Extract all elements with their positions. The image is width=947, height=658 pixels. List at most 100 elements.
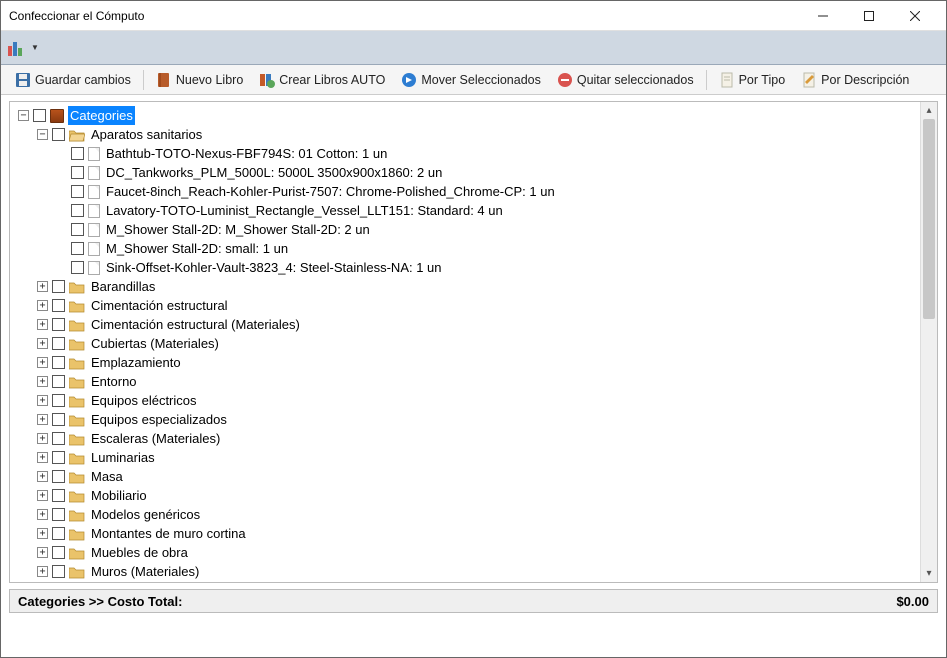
folder-label[interactable]: Emplazamiento — [89, 353, 183, 372]
category-tree[interactable]: − Categories − Aparatos sanitarios Batht… — [10, 102, 937, 582]
tree-item[interactable]: M_Shower Stall-2D: small: 1 un — [18, 239, 937, 258]
checkbox[interactable] — [52, 527, 65, 540]
tree-folder[interactable]: +Muros (Pinturas) — [18, 581, 937, 582]
checkbox[interactable] — [52, 489, 65, 502]
folder-label[interactable]: Montantes de muro cortina — [89, 524, 248, 543]
tree-folder[interactable]: + Cubiertas (Materiales) — [18, 334, 937, 353]
scroll-down-icon[interactable]: ▾ — [921, 565, 937, 582]
checkbox[interactable] — [71, 166, 84, 179]
checkbox[interactable] — [52, 356, 65, 369]
folder-label[interactable]: Barandillas — [89, 277, 157, 296]
expand-icon[interactable]: + — [37, 338, 48, 349]
tree-folder[interactable]: +Escaleras (Materiales) — [18, 429, 937, 448]
folder-label[interactable]: Muros (Materiales) — [89, 562, 201, 581]
tree-folder[interactable]: +Mobiliario — [18, 486, 937, 505]
checkbox[interactable] — [71, 147, 84, 160]
checkbox[interactable] — [71, 204, 84, 217]
checkbox[interactable] — [52, 432, 65, 445]
checkbox[interactable] — [52, 280, 65, 293]
checkbox[interactable] — [52, 451, 65, 464]
tree-folder[interactable]: + Entorno — [18, 372, 937, 391]
chevron-down-icon[interactable]: ▼ — [31, 43, 39, 52]
expand-icon[interactable]: + — [37, 376, 48, 387]
tree-folder[interactable]: + Equipos eléctricos — [18, 391, 937, 410]
tree-item[interactable]: DC_Tankworks_PLM_5000L: 5000L 3500x900x1… — [18, 163, 937, 182]
scroll-up-icon[interactable]: ▴ — [921, 102, 937, 119]
folder-label[interactable]: Luminarias — [89, 448, 157, 467]
collapse-icon[interactable]: − — [18, 110, 29, 121]
scroll-thumb[interactable] — [923, 119, 935, 319]
checkbox[interactable] — [52, 375, 65, 388]
expand-icon[interactable]: + — [37, 395, 48, 406]
folder-label[interactable]: Equipos eléctricos — [89, 391, 199, 410]
folder-label[interactable]: Mobiliario — [89, 486, 149, 505]
expand-icon[interactable]: + — [37, 357, 48, 368]
checkbox[interactable] — [52, 318, 65, 331]
checkbox[interactable] — [52, 413, 65, 426]
checkbox[interactable] — [71, 242, 84, 255]
tree-item[interactable]: Lavatory-TOTO-Luminist_Rectangle_Vessel_… — [18, 201, 937, 220]
folder-label[interactable]: Entorno — [89, 372, 139, 391]
remove-selected-button[interactable]: Quitar seleccionados — [551, 70, 700, 90]
item-label[interactable]: M_Shower Stall-2D: small: 1 un — [104, 239, 290, 258]
checkbox[interactable] — [71, 185, 84, 198]
close-button[interactable] — [892, 1, 938, 31]
tree-root[interactable]: − Categories — [18, 106, 937, 125]
folder-label[interactable]: Cimentación estructural (Materiales) — [89, 315, 302, 334]
item-label[interactable]: M_Shower Stall-2D: M_Shower Stall-2D: 2 … — [104, 220, 372, 239]
root-label[interactable]: Categories — [68, 106, 135, 125]
vertical-scrollbar[interactable]: ▴ ▾ — [920, 102, 937, 582]
expand-icon[interactable]: + — [37, 509, 48, 520]
tree-item[interactable]: Bathtub-TOTO-Nexus-FBF794S: 01 Cotton: 1… — [18, 144, 937, 163]
tree-folder-aparatos[interactable]: − Aparatos sanitarios — [18, 125, 937, 144]
item-label[interactable]: Bathtub-TOTO-Nexus-FBF794S: 01 Cotton: 1… — [104, 144, 389, 163]
expand-icon[interactable]: + — [37, 547, 48, 558]
checkbox[interactable] — [52, 337, 65, 350]
expand-icon[interactable]: + — [37, 300, 48, 311]
folder-label[interactable]: Masa — [89, 467, 125, 486]
tree-folder[interactable]: +Equipos especializados — [18, 410, 937, 429]
item-label[interactable]: Sink-Offset-Kohler-Vault-3823_4: Steel-S… — [104, 258, 444, 277]
tree-folder[interactable]: + Modelos genéricos — [18, 505, 937, 524]
item-label[interactable]: DC_Tankworks_PLM_5000L: 5000L 3500x900x1… — [104, 163, 444, 182]
tree-folder[interactable]: +Luminarias — [18, 448, 937, 467]
expand-icon[interactable]: + — [37, 471, 48, 482]
by-description-button[interactable]: Por Descripción — [795, 70, 915, 90]
checkbox[interactable] — [52, 394, 65, 407]
by-type-button[interactable]: Por Tipo — [713, 70, 792, 90]
maximize-button[interactable] — [846, 1, 892, 31]
new-book-button[interactable]: Nuevo Libro — [150, 70, 249, 90]
checkbox[interactable] — [52, 128, 65, 141]
expand-icon[interactable]: + — [37, 319, 48, 330]
minimize-button[interactable] — [800, 1, 846, 31]
tree-folder[interactable]: + Emplazamiento — [18, 353, 937, 372]
folder-label[interactable]: Cubiertas (Materiales) — [89, 334, 221, 353]
folder-label[interactable]: Modelos genéricos — [89, 505, 202, 524]
tree-folder[interactable]: +Muros (Materiales) — [18, 562, 937, 581]
folder-label[interactable]: Cimentación estructural — [89, 296, 230, 315]
tree-item[interactable]: M_Shower Stall-2D: M_Shower Stall-2D: 2 … — [18, 220, 937, 239]
checkbox[interactable] — [71, 261, 84, 274]
move-selected-button[interactable]: Mover Seleccionados — [395, 70, 547, 90]
checkbox[interactable] — [33, 109, 46, 122]
item-label[interactable]: Lavatory-TOTO-Luminist_Rectangle_Vessel_… — [104, 201, 505, 220]
save-button[interactable]: Guardar cambios — [9, 70, 137, 90]
folder-label[interactable]: Muros (Pinturas) — [89, 581, 189, 582]
checkbox[interactable] — [52, 565, 65, 578]
expand-icon[interactable]: + — [37, 414, 48, 425]
create-auto-button[interactable]: Crear Libros AUTO — [253, 70, 391, 90]
item-label[interactable]: Faucet-8inch_Reach-Kohler-Purist-7507: C… — [104, 182, 557, 201]
tree-folder[interactable]: + Cimentación estructural — [18, 296, 937, 315]
expand-icon[interactable]: + — [37, 281, 48, 292]
tree-item[interactable]: Faucet-8inch_Reach-Kohler-Purist-7507: C… — [18, 182, 937, 201]
checkbox[interactable] — [52, 508, 65, 521]
tree-folder[interactable]: + Muebles de obra — [18, 543, 937, 562]
folder-label[interactable]: Aparatos sanitarios — [89, 125, 204, 144]
collapse-icon[interactable]: − — [37, 129, 48, 140]
folder-label[interactable]: Muebles de obra — [89, 543, 190, 562]
tree-folder[interactable]: +Montantes de muro cortina — [18, 524, 937, 543]
checkbox[interactable] — [71, 223, 84, 236]
tree-folder[interactable]: + Masa — [18, 467, 937, 486]
tree-folder[interactable]: + Barandillas — [18, 277, 937, 296]
folder-label[interactable]: Escaleras (Materiales) — [89, 429, 222, 448]
